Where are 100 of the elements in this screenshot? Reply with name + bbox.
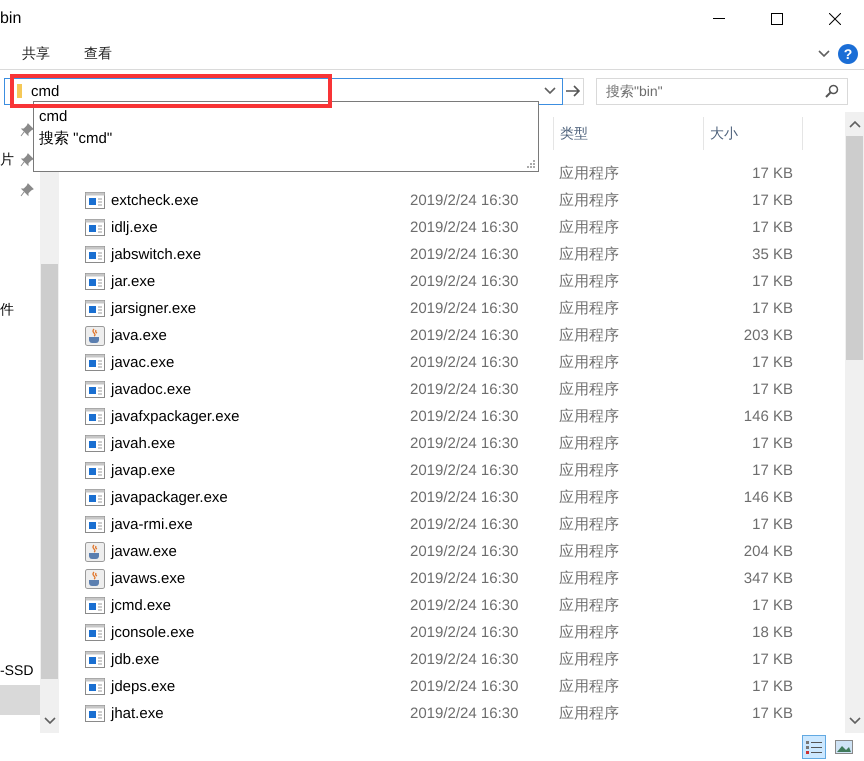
file-name[interactable]: javaws.exe [111, 570, 186, 587]
type-cell-text: 应用程序 [559, 596, 620, 615]
nav-item[interactable]: 件 [0, 301, 14, 319]
type-cell-text: 应用程序 [559, 326, 620, 345]
file-name[interactable]: jarsigner.exe [111, 300, 196, 317]
application-icon [85, 462, 105, 479]
suggestion-item[interactable]: 搜索 "cmd" [39, 127, 533, 149]
size-cell-text: 347 KB [742, 570, 793, 587]
details-view-button[interactable] [802, 735, 826, 759]
size-cell-text: 17 KB [751, 435, 793, 452]
date-cell-text: 2019/2/24 16:30 [410, 624, 520, 641]
suggestion-item[interactable]: cmd [39, 105, 533, 127]
date-cell-text: 2019/2/24 16:30 [410, 219, 520, 236]
file-name[interactable]: jcmd.exe [111, 597, 172, 614]
application-icon [85, 408, 105, 425]
size-cell-text: 17 KB [751, 381, 793, 398]
file-name[interactable]: javapackager.exe [111, 489, 228, 506]
file-name[interactable]: idlj.exe [111, 219, 158, 236]
type-cell-text: 应用程序 [559, 218, 620, 237]
column-header[interactable]: 类型 [553, 117, 703, 150]
help-button[interactable]: ? [838, 44, 858, 64]
date-cell-text: 2019/2/24 16:30 [410, 489, 520, 506]
dropdown-icon[interactable] [544, 87, 556, 95]
scrollbar[interactable] [845, 112, 864, 733]
nav-item[interactable]: 片 [0, 151, 14, 169]
application-icon [85, 624, 105, 641]
size-cell-text: 203 KB [742, 327, 793, 344]
application-icon [85, 597, 105, 614]
size-cell-text: 17 KB [751, 219, 793, 236]
date-cell-text: 2019/2/24 16:30 [410, 651, 520, 668]
type-cell-text: 应用程序 [559, 164, 620, 183]
type-cell-text: 应用程序 [559, 569, 620, 588]
application-icon [85, 246, 105, 263]
coffee-cup-icon [85, 542, 105, 562]
application-icon [85, 381, 105, 398]
type-cell-text: 应用程序 [559, 704, 620, 723]
type-cell-text: 应用程序 [559, 461, 620, 480]
date-cell-text: 2019/2/24 16:30 [410, 570, 520, 587]
size-cell-text: 17 KB [751, 597, 793, 614]
file-name[interactable]: javah.exe [111, 435, 176, 452]
column-header[interactable]: 大小 [703, 117, 803, 150]
date-cell-text: 2019/2/24 16:30 [410, 192, 520, 209]
application-icon [85, 651, 105, 668]
application-icon [85, 219, 105, 236]
application-icon [85, 516, 105, 533]
scroll-down-icon[interactable] [848, 717, 860, 725]
date-cell-text: 2019/2/24 16:30 [410, 408, 520, 425]
file-name[interactable]: jconsole.exe [111, 624, 194, 641]
file-name[interactable]: extcheck.exe [111, 192, 199, 209]
ribbon-tab[interactable]: 共享 [22, 44, 50, 62]
scroll-up-icon[interactable] [848, 120, 860, 128]
type-cell-text: 应用程序 [559, 407, 620, 426]
file-name[interactable]: jhat.exe [111, 705, 164, 722]
size-cell-text: 18 KB [751, 624, 793, 641]
close-icon [829, 13, 841, 25]
file-name[interactable]: javadoc.exe [111, 381, 192, 398]
application-icon [85, 435, 105, 452]
file-name[interactable]: jdeps.exe [111, 678, 176, 695]
file-name[interactable]: jabswitch.exe [111, 246, 202, 263]
size-cell-text: 17 KB [751, 192, 793, 209]
type-cell-text: 应用程序 [559, 623, 620, 642]
file-name[interactable]: javaw.exe [111, 543, 177, 560]
type-cell-text: 应用程序 [559, 515, 620, 534]
resize-grip-icon[interactable] [527, 160, 536, 169]
search-field[interactable]: 搜索"bin" [596, 78, 848, 104]
type-cell-text: 应用程序 [559, 434, 620, 453]
landscape-icon [835, 740, 853, 754]
date-cell-text: 2019/2/24 16:30 [410, 462, 520, 479]
application-icon [85, 678, 105, 695]
date-cell-text: 2019/2/24 16:30 [410, 597, 520, 614]
file-name[interactable]: javafxpackager.exe [111, 408, 240, 425]
file-name[interactable]: javap.exe [111, 462, 176, 479]
file-name[interactable]: javac.exe [111, 354, 174, 371]
date-cell-text: 2019/2/24 16:30 [410, 246, 520, 263]
date-cell-text: 2019/2/24 16:30 [410, 435, 520, 452]
size-cell-text: 35 KB [751, 246, 793, 263]
date-cell-text: 2019/2/24 16:30 [410, 327, 520, 344]
date-cell-text: 2019/2/24 16:30 [410, 381, 520, 398]
go-button[interactable] [563, 78, 584, 104]
file-name[interactable]: java-rmi.exe [111, 516, 193, 533]
file-name[interactable]: java.exe [111, 327, 167, 344]
type-cell-text: 应用程序 [559, 299, 620, 318]
date-cell-text: 2019/2/24 16:30 [410, 678, 520, 695]
expand-ribbon-icon[interactable] [818, 50, 830, 58]
scroll-down-icon[interactable] [44, 717, 56, 725]
size-cell-text: 17 KB [751, 651, 793, 668]
ribbon-tab[interactable]: 查看 [84, 44, 112, 62]
maximize-icon [771, 13, 783, 25]
application-icon [85, 354, 105, 371]
window-title: bin [0, 10, 22, 28]
date-cell-text: 2019/2/24 16:30 [410, 516, 520, 533]
file-name[interactable]: jdb.exe [111, 651, 160, 668]
type-cell-text: 应用程序 [559, 542, 620, 561]
file-name[interactable]: jar.exe [111, 273, 156, 290]
nav-item[interactable]: -SSD [0, 662, 34, 678]
address-input[interactable]: cmd [31, 82, 544, 100]
application-icon [85, 300, 105, 317]
folder-icon [17, 84, 22, 98]
type-cell-text: 应用程序 [559, 353, 620, 372]
date-cell-text: 2019/2/24 16:30 [410, 300, 520, 317]
